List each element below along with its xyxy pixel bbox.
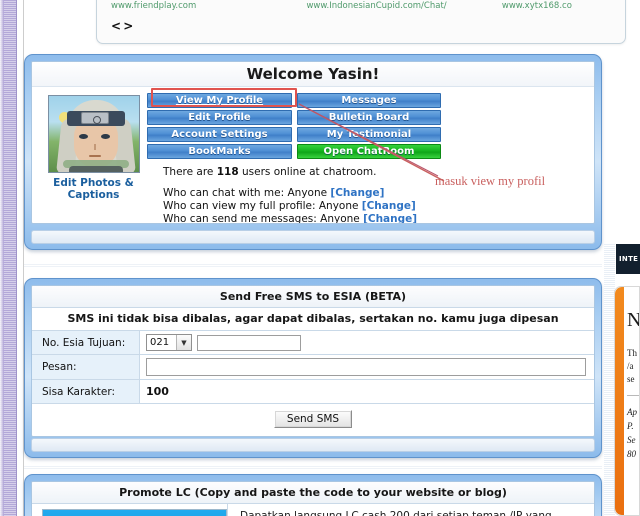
nav-button-my-testimonial[interactable]: My Testimonial bbox=[297, 127, 441, 142]
avatar-headband-plate-icon bbox=[80, 112, 109, 124]
avatar-mouth bbox=[88, 155, 101, 157]
prefix-select-value: 021 bbox=[150, 337, 170, 348]
ad-link-row: www.friendplay.com www.IndonesianCupid.c… bbox=[97, 1, 625, 11]
privacy-label-messages: Who can send me messages: Anyone bbox=[163, 213, 364, 224]
field-no-esia-tujuan: 021 ▼ bbox=[140, 331, 594, 354]
field-sisa-karakter: 100 bbox=[140, 382, 594, 401]
privacy-settings-list: Who can chat with me: Anyone [Change] Wh… bbox=[163, 187, 594, 224]
chevron-down-icon: ▼ bbox=[176, 335, 191, 350]
privacy-row-messages: Who can send me messages: Anyone [Change… bbox=[163, 213, 594, 224]
sms-panel-footer bbox=[31, 438, 595, 452]
promote-banner-image[interactable] bbox=[42, 509, 227, 516]
left-decor-strip bbox=[0, 0, 17, 516]
label-sisa-karakter: Sisa Karakter: bbox=[32, 380, 140, 403]
sms-panel: Send Free SMS to ESIA (BETA) SMS ini tid… bbox=[24, 278, 602, 458]
nav-button-edit-profile[interactable]: Edit Profile bbox=[147, 110, 292, 125]
panel-separator-band-2 bbox=[24, 466, 602, 470]
avatar-eye-right bbox=[100, 134, 110, 139]
form-row-sisa-karakter: Sisa Karakter: 100 bbox=[32, 380, 594, 404]
nav-button-open-chatroom[interactable]: Open ChatRoom bbox=[297, 144, 441, 159]
form-row-tujuan: No. Esia Tujuan: 021 ▼ bbox=[32, 331, 594, 355]
promote-section-title: Promote LC (Copy and paste the code to y… bbox=[32, 482, 594, 504]
nav-button-messages[interactable]: Messages bbox=[297, 93, 441, 108]
online-suffix: users online at chatroom. bbox=[238, 166, 377, 178]
right-widget-body-lines: Th/a se bbox=[627, 348, 637, 384]
welcome-panel-inner: Welcome Yasin! Edit Photos & Captions Vi… bbox=[31, 61, 595, 224]
label-no-esia-tujuan: No. Esia Tujuan: bbox=[32, 331, 140, 354]
welcome-body: Edit Photos & Captions View My Profile M… bbox=[32, 87, 594, 224]
privacy-change-link-chat[interactable]: [Change] bbox=[330, 187, 384, 199]
nav-button-bulletin-board[interactable]: Bulletin Board bbox=[297, 110, 441, 125]
privacy-label-profile: Who can view my full profile: Anyone bbox=[163, 200, 362, 212]
right-widget-heading: N bbox=[627, 309, 639, 332]
online-prefix: There are bbox=[163, 166, 217, 178]
ad-pager-arrows[interactable]: < > bbox=[111, 19, 133, 33]
promote-body: Dapatkan langsung LC cash 200 dari setia… bbox=[32, 504, 594, 516]
privacy-label-chat: Who can chat with me: Anyone bbox=[163, 187, 331, 199]
label-pesan: Pesan: bbox=[32, 355, 140, 379]
avatar-nose bbox=[93, 144, 96, 150]
promote-panel-inner: Promote LC (Copy and paste the code to y… bbox=[31, 481, 595, 516]
ad-link-3[interactable]: www.xytx168.co bbox=[502, 1, 611, 11]
field-pesan bbox=[140, 355, 594, 379]
right-dark-widget[interactable]: INTE bbox=[616, 244, 640, 274]
nav-button-bookmarks[interactable]: BookMarks bbox=[147, 144, 292, 159]
sms-section-subtitle: SMS ini tidak bisa dibalas, agar dapat d… bbox=[32, 308, 594, 331]
edit-photos-captions-link[interactable]: Edit Photos & Captions bbox=[42, 177, 145, 201]
top-ad-panel: www.friendplay.com www.IndonesianCupid.c… bbox=[96, 0, 626, 44]
esia-number-input[interactable] bbox=[197, 334, 301, 351]
sms-panel-inner: Send Free SMS to ESIA (BETA) SMS ini tid… bbox=[31, 285, 595, 437]
prefix-select[interactable]: 021 ▼ bbox=[146, 334, 192, 351]
nav-button-account-settings[interactable]: Account Settings bbox=[147, 127, 292, 142]
nav-button-view-my-profile[interactable]: View My Profile bbox=[147, 93, 292, 108]
welcome-panel-footer bbox=[31, 230, 595, 244]
avatar-eye-left bbox=[78, 134, 88, 139]
send-sms-button[interactable]: Send SMS bbox=[273, 410, 353, 428]
form-row-pesan: Pesan: bbox=[32, 355, 594, 380]
send-sms-row: Send SMS bbox=[32, 404, 594, 433]
right-article-widget[interactable]: N Th/ase ApP.Se80 bbox=[614, 286, 640, 516]
avatar-column: Edit Photos & Captions bbox=[32, 91, 145, 223]
promote-panel: Promote LC (Copy and paste the code to y… bbox=[24, 474, 602, 516]
sisa-karakter-value: 100 bbox=[146, 385, 169, 398]
panel-separator-band-1 bbox=[24, 264, 602, 268]
welcome-panel: Welcome Yasin! Edit Photos & Captions Vi… bbox=[24, 54, 602, 250]
page-root: www.friendplay.com www.IndonesianCupid.c… bbox=[0, 0, 640, 516]
online-count: 118 bbox=[216, 166, 239, 178]
privacy-change-link-profile[interactable]: [Change] bbox=[362, 200, 416, 212]
avatar[interactable] bbox=[47, 95, 140, 173]
right-widget-divider bbox=[627, 395, 639, 396]
nav-button-grid: View My Profile Messages Edit Profile Bu… bbox=[147, 93, 441, 159]
pesan-input[interactable] bbox=[146, 358, 586, 376]
sms-section-title: Send Free SMS to ESIA (BETA) bbox=[32, 286, 594, 308]
promote-description: Dapatkan langsung LC cash 200 dari setia… bbox=[227, 504, 594, 516]
ad-link-2[interactable]: www.IndonesianCupid.com/Chat/ bbox=[306, 1, 501, 11]
nav-column: View My Profile Messages Edit Profile Bu… bbox=[145, 91, 594, 224]
ad-link-1[interactable]: www.friendplay.com bbox=[111, 1, 306, 11]
page-title: Welcome Yasin! bbox=[32, 62, 594, 87]
avatar-collar bbox=[68, 166, 123, 172]
right-widget-footer-lines: Ap P. Se 80 bbox=[627, 407, 637, 459]
info-block: There are 118 users online at chatroom. … bbox=[147, 159, 594, 224]
annotation-text: masuk view my profil bbox=[435, 174, 546, 188]
privacy-change-link-messages[interactable]: [Change] bbox=[363, 213, 417, 223]
privacy-row-profile: Who can view my full profile: Anyone [Ch… bbox=[163, 200, 594, 213]
